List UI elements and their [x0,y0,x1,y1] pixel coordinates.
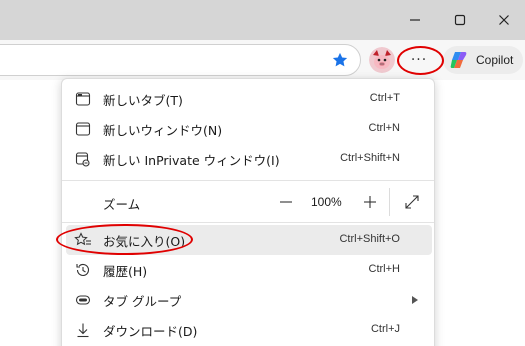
close-button[interactable] [482,0,525,40]
menu-item-label: ダウンロード(D) [103,324,198,339]
favorites-icon [74,231,92,249]
settings-menu: 新しいタブ(T) Ctrl+T 新しいウィンドウ(N) Ctrl+N 新しい I… [61,78,435,346]
menu-item-tab-groups[interactable]: タブ グループ [66,285,432,315]
avatar-icon [369,47,395,73]
download-icon [74,321,92,339]
menu-item-label: お気に入り(O) [103,234,186,249]
zoom-out-button[interactable] [276,192,296,212]
history-icon [74,261,92,279]
menu-item-history[interactable]: 履歴(H) Ctrl+H [66,255,432,285]
submenu-chevron-icon [410,294,420,306]
menu-item-new-inprivate[interactable]: 新しい InPrivate ウィンドウ(I) Ctrl+Shift+N [66,144,432,174]
zoom-level: 100% [311,195,342,209]
fullscreen-icon [405,195,419,209]
menu-item-label: 新しい InPrivate ウィンドウ(I) [103,153,280,168]
menu-item-label: タブ グループ [103,294,182,309]
menu-item-shortcut: Ctrl+Shift+N [340,152,400,164]
profile-avatar[interactable] [369,47,395,73]
new-tab-icon [74,90,92,108]
menu-item-shortcut: Ctrl+J [370,323,400,335]
menu-item-new-window[interactable]: 新しいウィンドウ(N) Ctrl+N [66,114,432,144]
menu-item-shortcut: Ctrl+N [368,122,400,134]
inprivate-icon [74,150,92,168]
menu-item-shortcut: Ctrl+T [369,92,400,104]
copilot-button[interactable]: Copilot [443,46,523,74]
zoom-label: ズーム [103,197,141,212]
menu-item-shortcut: Ctrl+Shift+O [339,233,400,245]
title-bar [0,0,525,40]
menu-item-label: 新しいウィンドウ(N) [103,123,223,138]
star-filled-icon [332,52,348,67]
fullscreen-button[interactable] [402,192,422,212]
new-window-icon [74,120,92,138]
zoom-in-button[interactable] [360,192,380,212]
menu-item-label: 新しいタブ(T) [103,93,183,108]
zoom-divider [389,188,390,216]
menu-item-downloads[interactable]: ダウンロード(D) Ctrl+J [66,315,432,345]
menu-item-new-tab[interactable]: 新しいタブ(T) Ctrl+T [66,84,432,114]
minus-icon [280,201,292,203]
settings-more-button[interactable]: ··· [402,47,436,73]
tab-groups-icon [74,291,92,309]
favorite-button[interactable] [329,49,351,71]
copilot-label: Copilot [476,53,514,67]
plus-icon [364,196,376,208]
maximize-button[interactable] [438,0,482,40]
close-icon [499,15,509,25]
copilot-icon [450,52,467,68]
zoom-row: ズーム 100% [66,184,432,220]
menu-item-favorites[interactable]: お気に入り(O) Ctrl+Shift+O [66,225,432,255]
menu-divider [62,180,434,181]
menu-divider [62,222,434,223]
maximize-icon [454,14,466,26]
more-icon: ··· [410,52,428,68]
menu-item-label: 履歴(H) [103,264,148,279]
menu-item-shortcut: Ctrl+H [368,263,400,275]
minimize-button[interactable] [393,0,437,40]
address-bar[interactable] [0,44,361,76]
minimize-icon [410,19,420,21]
